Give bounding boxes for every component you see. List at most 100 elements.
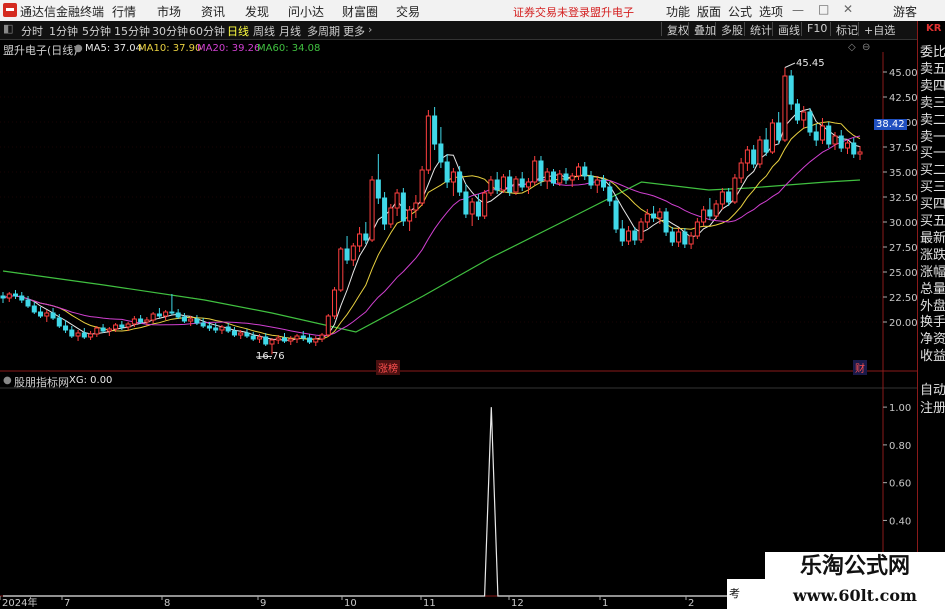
candle-body: [826, 125, 832, 145]
candle-body: [332, 289, 338, 317]
x-tick-label: 9: [260, 598, 266, 609]
candle-body: [563, 173, 569, 181]
sidebar-item-15: 外盘: [920, 298, 945, 314]
candle-body: [638, 221, 644, 241]
candle-body: [213, 327, 219, 331]
x-tick-label: 10: [344, 598, 357, 609]
candle-body: [63, 325, 69, 331]
candle-body: [644, 213, 650, 223]
candle-body: [156, 313, 162, 317]
candle-body: [432, 115, 438, 145]
kline-chart[interactable]: 20.00 22.50 25.00 27.50 30.00 32.50 35.00 37.50…: [0, 0, 917, 609]
candle-body: [832, 135, 838, 145]
candle-body: [294, 335, 300, 340]
candle-body: [726, 191, 732, 203]
candle-body: [263, 336, 269, 345]
x-tick-label: 1: [602, 598, 608, 609]
candle-body: [819, 125, 825, 141]
candle-body: [569, 175, 575, 181]
candle-body: [382, 197, 388, 225]
y-tick-label: 27.50: [889, 243, 917, 254]
sidebar-item-3: 卖三: [920, 95, 945, 111]
candle-body: [794, 103, 800, 121]
candle-body: [106, 328, 112, 332]
candle-body: [344, 248, 350, 261]
candle-body: [757, 139, 763, 165]
candle-body: [419, 169, 425, 204]
candle-body: [281, 337, 288, 342]
candle-body: [601, 179, 607, 188]
high-pointer: [784, 62, 796, 68]
candle-body: [369, 179, 375, 241]
quote-sidebar: KR 委比 卖五 卖四 卖三 卖二 卖一 买一 买二 买三 买四 买五 最新 涨跌 涨幅 总量 外盘 换手 净资收…: [917, 21, 945, 609]
candle-body: [150, 313, 156, 321]
ma20-label: MA20: 39.26: [197, 43, 261, 54]
candle-body: [575, 166, 582, 177]
candle-body: [450, 171, 456, 183]
zoom-icon[interactable]: ⊖: [862, 42, 870, 53]
low-annotation: 16.76: [256, 351, 285, 362]
candle-body: [594, 179, 600, 186]
candle-body: [275, 337, 281, 341]
candle-body: [25, 299, 31, 307]
candle-body: [701, 209, 707, 223]
x-tick-label: 2: [688, 598, 694, 609]
candle-body: [188, 318, 194, 322]
candle-body: [350, 245, 356, 261]
candle-body: [751, 149, 757, 165]
y-tick-label: 35.00: [889, 168, 917, 179]
sidebar-item-20[interactable]: 注册: [920, 401, 945, 417]
candle-body: [175, 312, 181, 318]
candle-body: [200, 322, 206, 327]
candle-body: [44, 312, 50, 317]
candle-body: [651, 213, 657, 219]
ma20-line: [2, 135, 861, 337]
zhangbang-badge[interactable]: 涨榜: [376, 360, 400, 375]
candle-body: [325, 315, 331, 336]
y-tick-label: 22.50: [889, 293, 917, 304]
candle-body: [657, 211, 663, 219]
candle-body: [857, 151, 863, 155]
main-chart-title: 盟升电子(日线): [3, 44, 78, 57]
sidebar-item-6: 买一: [920, 146, 945, 162]
sidebar-item-19[interactable]: 自动: [920, 383, 945, 399]
candle-body: [288, 338, 294, 342]
x-tick-label: 8: [164, 598, 170, 609]
candle-body: [769, 122, 775, 153]
candle-body: [738, 162, 744, 179]
candle-body: [776, 122, 782, 141]
y-tick-label: 32.50: [889, 193, 917, 204]
candle-body: [475, 201, 481, 217]
settings-dot-icon-sub[interactable]: ●: [3, 375, 12, 386]
cai-badge[interactable]: 财: [853, 360, 867, 375]
settings-dot-icon[interactable]: ●: [74, 43, 83, 54]
candle-body: [607, 186, 613, 202]
candle-body: [482, 192, 488, 217]
sidebar-item-10: 买五: [920, 214, 945, 229]
candle-body: [375, 179, 381, 199]
candle-body: [206, 325, 212, 329]
candle-body: [0, 295, 6, 299]
candle-body: [632, 230, 638, 241]
candle-body: [88, 333, 94, 338]
candle-body: [732, 177, 738, 203]
x-tick-label: 2024年: [2, 596, 37, 609]
sidebar-item-5: 卖一: [920, 129, 945, 145]
diamond-icon[interactable]: ◇: [848, 42, 856, 53]
sub-y-tick-label: 0.40: [889, 516, 911, 527]
candle-body: [357, 233, 363, 247]
candle-body: [588, 175, 594, 186]
candle-body: [707, 209, 713, 217]
candle-body: [113, 324, 119, 330]
candle-body: [619, 228, 625, 242]
x-tick-label: 11: [423, 598, 436, 609]
candle-body: [75, 332, 81, 337]
candle-body: [813, 131, 819, 141]
sub-y-tick-label: 0.60: [889, 479, 911, 490]
candle-body: [550, 171, 557, 184]
candle-body: [719, 191, 725, 205]
y-tick-label: 45.00: [889, 68, 917, 79]
candle-body: [394, 192, 400, 209]
sidebar-item-18: 收益: [920, 349, 945, 365]
candle-body: [557, 173, 563, 184]
